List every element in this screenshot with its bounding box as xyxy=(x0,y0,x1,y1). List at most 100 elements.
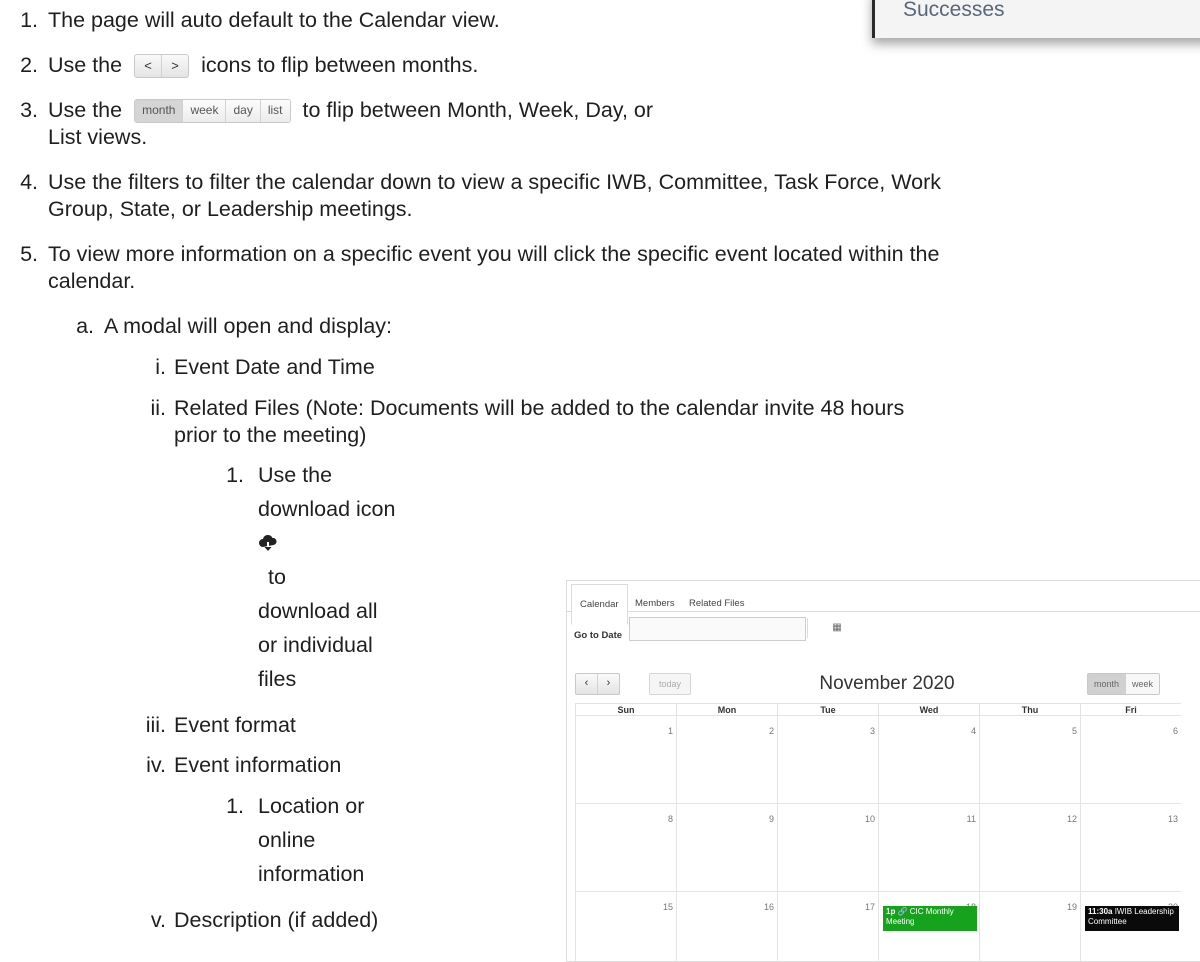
go-to-date-input[interactable]: ▦ xyxy=(629,617,842,641)
day-number: 10 xyxy=(864,814,875,824)
step-text: Use the filters to filter the calendar d… xyxy=(48,170,941,194)
step-text-cont: Group, State, or Leadership meetings. xyxy=(48,197,413,221)
nested-text: to xyxy=(268,565,286,589)
weekday-header: Wed xyxy=(878,703,979,716)
roman-number: v. xyxy=(150,908,166,932)
tab-members[interactable]: Members xyxy=(635,590,675,617)
day-cell[interactable]: 18 1p 🔗 CIC Monthly Meeting xyxy=(878,892,979,961)
view-day: day xyxy=(225,100,260,123)
step-text-pre: Use the xyxy=(48,98,123,122)
roman-number: iii. xyxy=(145,713,166,737)
roman-text: Event Date and Time xyxy=(174,355,375,379)
cloud-download-icon xyxy=(258,530,278,557)
step-text-pre: Use the xyxy=(48,53,123,77)
weekday-header: Mon xyxy=(676,703,777,716)
calendar-event[interactable]: 11:30a IWIB Leadership Committee xyxy=(1085,906,1179,931)
nested-text: information xyxy=(258,862,365,886)
day-cell[interactable]: 10 xyxy=(777,804,878,892)
day-cell[interactable]: 4 xyxy=(878,716,979,804)
tab-related-files[interactable]: Related Files xyxy=(689,590,744,617)
substep-letter: a. xyxy=(76,314,94,338)
successes-label: Successes xyxy=(903,0,1005,21)
nested-text: download all xyxy=(258,599,378,623)
weekday-header: Sun xyxy=(575,703,676,716)
day-cell[interactable]: 8 xyxy=(575,804,676,892)
day-cell[interactable]: 16 xyxy=(676,892,777,961)
day-cell[interactable]: 5 xyxy=(979,716,1080,804)
nested-number: 1. xyxy=(226,463,244,487)
day-cell[interactable]: 9 xyxy=(676,804,777,892)
roman-number: iv. xyxy=(146,753,166,777)
day-number: 19 xyxy=(1066,902,1077,912)
nested-text: or individual xyxy=(258,633,373,657)
day-number: 5 xyxy=(1071,726,1077,736)
chevron-left-icon: < xyxy=(144,58,152,74)
day-number: 8 xyxy=(667,814,673,824)
view-week: week xyxy=(182,100,226,123)
nested-text: Use the xyxy=(258,463,333,487)
tab-calendar[interactable]: Calendar xyxy=(571,584,628,625)
calendar-view-buttons[interactable]: month week xyxy=(1087,673,1161,695)
day-cell[interactable]: 19 xyxy=(979,892,1080,961)
day-number: 9 xyxy=(768,814,774,824)
day-cell[interactable]: 17 xyxy=(777,892,878,961)
day-number: 2 xyxy=(768,726,774,736)
nested-text: Location or xyxy=(258,794,365,818)
day-number: 15 xyxy=(662,902,673,912)
event-time: 1p xyxy=(886,907,896,916)
day-number: 3 xyxy=(869,726,875,736)
step-text: Use the < > icons to flip between months… xyxy=(48,52,478,79)
day-cell[interactable]: 11 xyxy=(878,804,979,892)
day-cell[interactable]: 13 xyxy=(1080,804,1181,892)
chevron-right-icon: > xyxy=(161,55,188,78)
instructions-document: Successes 1. The page will auto default … xyxy=(0,0,1200,962)
day-cell[interactable]: 6 xyxy=(1080,716,1181,804)
nested-number: 1. xyxy=(226,794,244,818)
roman-text: Description (if added) xyxy=(174,908,379,932)
step-number: 4. xyxy=(20,170,38,194)
step-text-cont: calendar. xyxy=(48,269,136,293)
view-month: month xyxy=(135,100,183,123)
step-text-post: icons to flip between months. xyxy=(201,53,479,77)
step-text: The page will auto default to the Calend… xyxy=(48,8,500,32)
calendar-tabs: Calendar Members Related Files xyxy=(567,581,1200,625)
calendar-event[interactable]: 1p 🔗 CIC Monthly Meeting xyxy=(883,906,977,931)
step-number: 3. xyxy=(20,98,38,122)
day-number: 1 xyxy=(667,726,673,736)
weekday-header: Tue xyxy=(777,703,878,716)
day-number: 13 xyxy=(1167,814,1178,824)
view-list: list xyxy=(259,100,290,123)
day-number: 16 xyxy=(763,902,774,912)
weekday-header: Fri xyxy=(1080,703,1181,716)
view-month-button[interactable]: month xyxy=(1088,674,1126,694)
nested-text: online xyxy=(258,828,316,852)
view-week-button[interactable]: week xyxy=(1125,674,1160,694)
nested-text: download icon xyxy=(258,497,396,521)
calendar-screenshot: Calendar Members Related Files Go to Dat… xyxy=(566,580,1200,962)
roman-text: Event format xyxy=(174,713,296,737)
substep-text: A modal will open and display: xyxy=(104,314,393,338)
roman-number: ii. xyxy=(150,396,166,420)
nested-text: files xyxy=(258,667,297,691)
weekday-header: Thu xyxy=(979,703,1080,716)
step-text-post: to flip between Month, Week, Day, or xyxy=(302,98,654,122)
day-cell[interactable]: 3 xyxy=(777,716,878,804)
day-cell[interactable]: 15 xyxy=(575,892,676,961)
step-number: 1. xyxy=(20,8,38,32)
step-number: 2. xyxy=(20,53,38,77)
roman-text: Related Files (Note: Documents will be a… xyxy=(174,396,905,420)
day-cell[interactable]: 2 xyxy=(676,716,777,804)
go-to-date-label: Go to Date xyxy=(574,630,623,641)
step-text: Use the month week day list to flip betw… xyxy=(48,97,653,124)
link-icon: 🔗 xyxy=(897,907,908,916)
day-number: 4 xyxy=(970,726,976,736)
calendar-picker-icon[interactable]: ▦ xyxy=(807,618,866,638)
day-number: 11 xyxy=(966,814,976,824)
day-cell[interactable]: 20 11:30a IWIB Leadership Committee xyxy=(1080,892,1181,961)
view-buttons-illustration: month week day list xyxy=(134,99,291,124)
day-number: 17 xyxy=(864,902,875,912)
month-nav-buttons-illustration: < > xyxy=(134,54,190,79)
day-cell[interactable]: 1 xyxy=(575,716,676,804)
day-number: 6 xyxy=(1172,726,1178,736)
day-cell[interactable]: 12 xyxy=(979,804,1080,892)
